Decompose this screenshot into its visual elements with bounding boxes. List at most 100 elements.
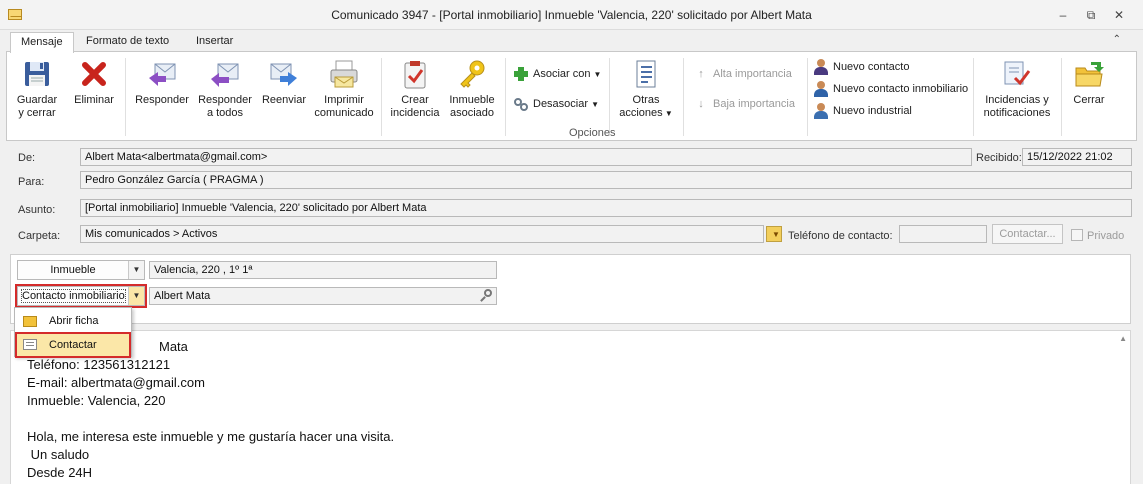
folder-picker-icon[interactable]: ▼ — [766, 226, 782, 242]
scroll-up-icon[interactable]: ▲ — [1119, 334, 1127, 343]
responder-button[interactable]: Responder — [131, 58, 193, 107]
imprimir-label: Imprimir comunicado — [314, 94, 374, 119]
privado-checkbox[interactable] — [1071, 229, 1083, 241]
otras-acciones-button[interactable]: Otras acciones ▼ — [617, 58, 675, 120]
dropdown-arrow-icon: ▼ — [591, 100, 600, 109]
contacto-dropdown-menu: Abrir ficha Contactar — [14, 307, 132, 358]
forward-icon — [270, 63, 297, 86]
eliminar-label: Eliminar — [74, 94, 114, 106]
cerrar-button[interactable]: Cerrar — [1067, 58, 1111, 107]
nuevo-contacto-button[interactable]: Nuevo contacto — [813, 58, 909, 76]
search-icon[interactable] — [479, 288, 495, 304]
responder-label: Responder — [135, 94, 189, 106]
guardar-y-cerrar-button[interactable]: Guardar y cerrar — [11, 58, 63, 120]
menu-item-contactar[interactable]: Contactar — [15, 332, 131, 358]
window-title: Comunicado 3947 - [Portal inmobiliario] … — [331, 8, 812, 22]
para-label: Para: — [18, 176, 45, 188]
incidencias-y-notificaciones-button[interactable]: Incidencias y notificaciones — [979, 58, 1055, 120]
contact-card-icon — [23, 338, 39, 352]
contactar-label: Contactar — [49, 339, 97, 351]
separator — [1061, 58, 1062, 136]
body-line-4: Inmueble: Valencia, 220 — [27, 393, 166, 408]
inmueble-value-field[interactable]: Valencia, 220 , 1º 1ª — [149, 261, 497, 279]
folder-exit-icon — [1075, 62, 1104, 87]
reenviar-button[interactable]: Reenviar — [257, 58, 311, 107]
inmueble-combo[interactable]: Inmueble ▼ — [17, 260, 145, 280]
crear-incidencia-button[interactable]: Crear incidencia — [387, 58, 443, 120]
contacto-inmobiliario-combo[interactable]: Contacto inmobiliario ▼ — [15, 284, 147, 308]
green-plus-icon — [513, 66, 529, 82]
abrir-ficha-label: Abrir ficha — [49, 315, 99, 327]
desasociar-button[interactable]: Desasociar ▼ — [513, 95, 599, 113]
nuevo-contacto-inmobiliario-button[interactable]: Nuevo contacto inmobiliario — [813, 80, 968, 98]
ribbon: Guardar y cerrar Eliminar Responder Resp… — [6, 51, 1137, 141]
message-body[interactable]: ▲ Mata Teléfono: 123561312121 E-mail: albe… — [10, 330, 1131, 484]
responder-a-todos-label: Responder a todos — [198, 94, 252, 119]
body-line-3: E-mail: albertmata@gmail.com — [27, 375, 205, 390]
body-line-2: Teléfono: 123561312121 — [27, 357, 171, 372]
cerrar-label: Cerrar — [1073, 94, 1105, 106]
separator — [973, 58, 974, 136]
disassociate-gears-icon — [513, 96, 529, 112]
telefono-field[interactable] — [899, 225, 987, 243]
restore-button[interactable]: ⧉ — [1080, 6, 1102, 24]
association-panel: Inmueble ▼ Valencia, 220 , 1º 1ª Contact… — [10, 254, 1131, 324]
reply-icon — [149, 63, 176, 86]
collapse-ribbon-icon[interactable]: ⌃ — [1113, 34, 1121, 45]
tab-mensaje[interactable]: Mensaje — [10, 32, 74, 53]
crear-incidencia-label: Crear incidencia — [390, 94, 440, 119]
body-line-7: Desde 24H — [27, 465, 93, 480]
minimize-button[interactable]: – — [1052, 6, 1074, 24]
person-icon — [813, 103, 829, 120]
group-label-opciones: Opciones — [569, 127, 616, 139]
imprimir-comunicado-button[interactable]: Imprimir comunicado — [313, 58, 375, 120]
print-envelope-icon — [330, 60, 358, 88]
message-header-form: De: Albert Mata<albertmata@gmail.com> Re… — [6, 145, 1137, 249]
dropdown-arrow-icon[interactable]: ▼ — [128, 261, 144, 279]
carpeta-label: Carpeta: — [18, 230, 61, 242]
de-label: De: — [18, 152, 36, 164]
carpeta-field[interactable]: Mis comunicados > Activos — [80, 225, 764, 243]
notifications-check-icon — [1004, 61, 1031, 86]
person-icon — [813, 59, 829, 76]
para-field[interactable]: Pedro González García ( PRAGMA ) — [80, 171, 1132, 189]
key-icon — [460, 60, 485, 88]
delete-x-icon — [82, 62, 106, 86]
dropdown-arrow-icon[interactable]: ▼ — [128, 287, 144, 305]
separator — [609, 58, 610, 136]
arrow-down-icon: ↓ — [698, 98, 704, 111]
contacto-value-field[interactable]: Albert Mata — [149, 287, 497, 305]
nuevo-contacto-label: Nuevo contacto — [833, 61, 910, 73]
separator — [683, 58, 684, 136]
clipboard-check-icon — [404, 61, 426, 89]
separator — [807, 58, 808, 136]
asunto-field[interactable]: [Portal inmobiliario] Inmueble 'Valencia… — [80, 199, 1132, 217]
tab-insertar[interactable]: Insertar — [186, 32, 243, 53]
separator — [125, 58, 126, 136]
desasociar-label: Desasociar — [533, 98, 589, 110]
close-button[interactable]: ✕ — [1108, 6, 1130, 24]
ribbon-tabs: Mensaje Formato de texto Insertar ⌃ — [0, 30, 1143, 53]
contacto-combo-label: Contacto inmobiliario — [21, 289, 126, 303]
dropdown-arrow-icon: ▼ — [593, 70, 602, 79]
tab-formato-de-texto[interactable]: Formato de texto — [76, 32, 179, 53]
menu-item-abrir-ficha[interactable]: Abrir ficha — [17, 310, 129, 332]
dropdown-arrow-icon: ▼ — [662, 109, 673, 118]
alta-importancia-button[interactable]: ↑ Alta importancia — [693, 65, 792, 83]
eliminar-button[interactable]: Eliminar — [69, 58, 119, 107]
privado-label: Privado — [1087, 230, 1125, 242]
recibido-field: 15/12/2022 21:02 — [1022, 148, 1132, 166]
nuevo-industrial-button[interactable]: Nuevo industrial — [813, 102, 912, 120]
responder-a-todos-button[interactable]: Responder a todos — [195, 58, 255, 120]
contactar-button[interactable]: Contactar... — [992, 224, 1063, 244]
de-field[interactable]: Albert Mata<albertmata@gmail.com> — [80, 148, 972, 166]
asunto-label: Asunto: — [18, 204, 56, 216]
baja-importancia-label: Baja importancia — [713, 98, 795, 110]
inmueble-asociado-button[interactable]: Inmueble asociado — [445, 58, 499, 120]
telefono-label: Teléfono de contacto: — [788, 230, 893, 242]
alta-importancia-label: Alta importancia — [713, 68, 792, 80]
asociar-con-button[interactable]: Asociar con ▼ — [513, 65, 601, 83]
baja-importancia-button[interactable]: ↓ Baja importancia — [693, 95, 795, 113]
inmueble-combo-label: Inmueble — [50, 264, 96, 276]
separator — [505, 58, 506, 136]
